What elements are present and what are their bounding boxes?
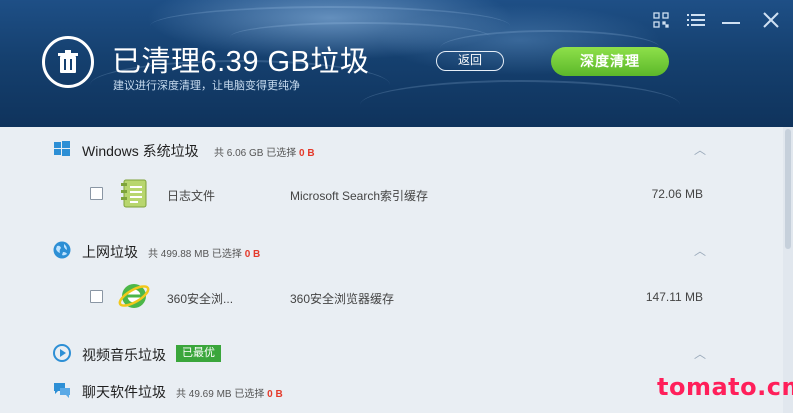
category-meta: 共 49.69 MB 已选择 0 B [176, 389, 283, 400]
back-button[interactable]: 返回 [436, 51, 504, 71]
minimize-icon[interactable] [721, 10, 741, 30]
category-chat[interactable]: 聊天软件垃圾 共 49.69 MB 已选择 0 B [0, 370, 760, 410]
globe-icon [52, 240, 72, 260]
category-title: 视频音乐垃圾 [82, 347, 166, 363]
item-name: 360安全浏... [167, 292, 234, 306]
status-badge: 已最优 [176, 345, 221, 362]
scrollbar-thumb[interactable] [785, 129, 791, 249]
category-title: 聊天软件垃圾 [82, 384, 166, 400]
browser-360-icon [117, 279, 151, 313]
play-icon [52, 343, 72, 363]
watermark-text: tomato.cm [657, 373, 793, 401]
vertical-scrollbar[interactable] [783, 127, 793, 413]
category-title: 上网垃圾 [82, 244, 138, 260]
item-description: Microsoft Search索引缓存 [290, 189, 429, 203]
water-ripple [360, 80, 680, 127]
collapse-arrow-icon[interactable]: ︿ [694, 141, 706, 158]
category-meta: 共 6.06 GB 已选择 0 B [214, 148, 315, 159]
list-item: 360安全浏... 360安全浏览器缓存 147.11 MB [0, 277, 760, 317]
menu-icon[interactable] [686, 10, 706, 30]
collapse-arrow-icon[interactable]: ︿ [694, 242, 706, 259]
category-meta: 共 499.88 MB 已选择 0 B [148, 249, 261, 260]
collapse-arrow-icon[interactable]: ︿ [694, 345, 706, 362]
deep-clean-button[interactable]: 深度清理 [551, 47, 669, 76]
category-media[interactable]: 视频音乐垃圾 已最优 ︿ [0, 333, 760, 373]
junk-list: Windows 系统垃圾 共 6.06 GB 已选择 0 B ︿ 日志文件 Mi… [0, 127, 793, 413]
log-file-icon [117, 176, 151, 210]
item-size: 147.11 MB [645, 290, 703, 304]
item-size: 72.06 MB [651, 187, 703, 201]
category-title: Windows 系统垃圾 [82, 143, 199, 159]
item-checkbox[interactable] [90, 187, 103, 200]
category-windows[interactable]: Windows 系统垃圾 共 6.06 GB 已选择 0 B ︿ [0, 129, 760, 169]
item-checkbox[interactable] [90, 290, 103, 303]
trash-can-icon [42, 36, 94, 88]
item-name: 日志文件 [167, 189, 216, 203]
list-item: 日志文件 Microsoft Search索引缓存 72.06 MB [0, 174, 760, 214]
qr-code-icon[interactable] [651, 10, 671, 30]
item-description: 360安全浏览器缓存 [290, 292, 395, 306]
page-title: 已清理6.39 GB垃圾 [112, 46, 370, 78]
windows-logo-icon [52, 139, 72, 159]
chat-icon [52, 380, 72, 400]
close-icon[interactable] [761, 10, 781, 30]
header-banner: 已清理6.39 GB垃圾 建议进行深度清理，让电脑变得更纯净 返回 深度清理 [0, 0, 793, 127]
category-internet[interactable]: 上网垃圾 共 499.88 MB 已选择 0 B ︿ [0, 230, 760, 270]
page-subtitle: 建议进行深度清理，让电脑变得更纯净 [113, 80, 300, 92]
